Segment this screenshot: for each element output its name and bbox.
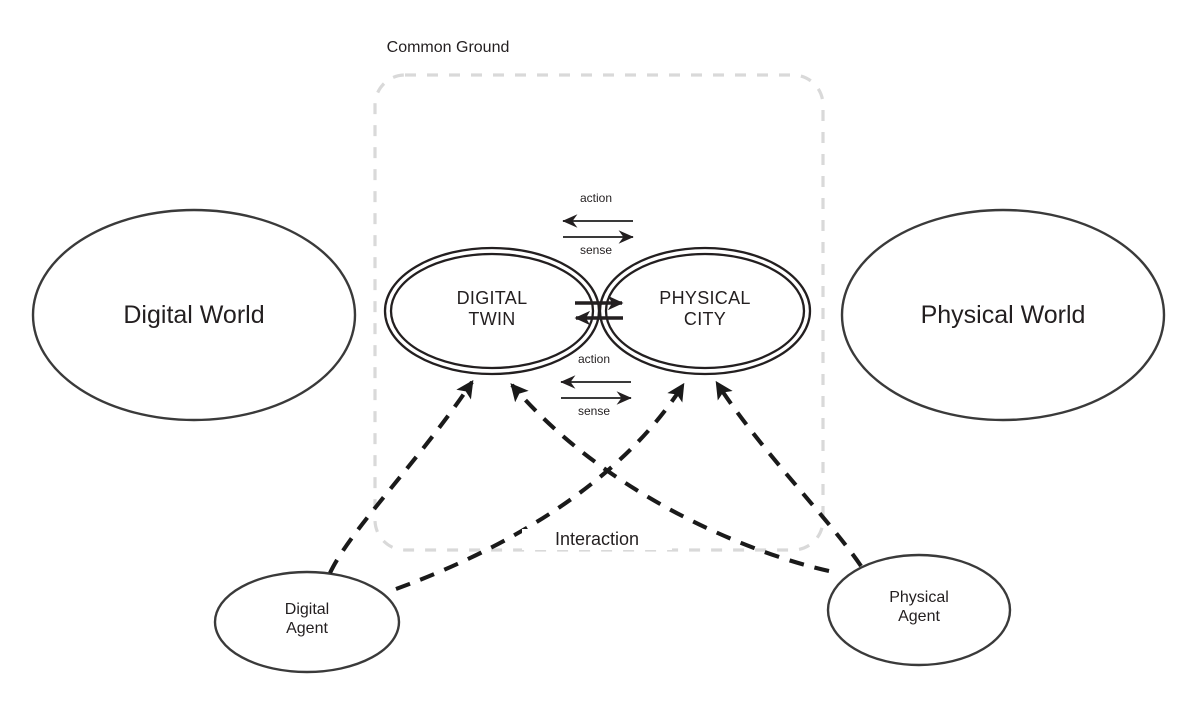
digital-agent-ellipse[interactable] bbox=[213, 570, 401, 674]
upper-sense-label: sense bbox=[579, 243, 613, 257]
link-physical-agent-to-physical-city bbox=[715, 380, 863, 568]
link-digital-agent-to-physical-city bbox=[395, 382, 685, 591]
upper-action-label: action bbox=[579, 191, 613, 205]
digital-world-ellipse[interactable] bbox=[31, 208, 357, 422]
physical-agent-ellipse[interactable] bbox=[826, 553, 1012, 667]
interaction-label: Interaction bbox=[522, 529, 672, 550]
link-digital-agent-to-digital-twin bbox=[328, 379, 474, 574]
lower-action-label: action bbox=[577, 352, 611, 366]
lower-sense-label: sense bbox=[577, 404, 611, 418]
physical-world-ellipse[interactable] bbox=[840, 208, 1166, 422]
common-ground-label: Common Ground bbox=[386, 39, 510, 56]
diagram-canvas: Common Ground Digital World Physical Wor… bbox=[0, 0, 1200, 717]
